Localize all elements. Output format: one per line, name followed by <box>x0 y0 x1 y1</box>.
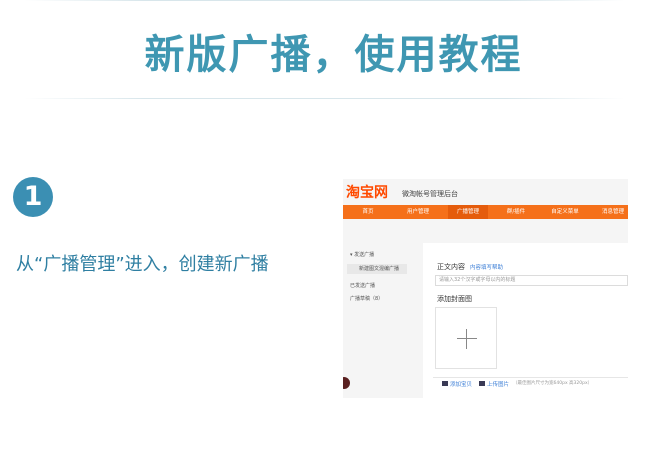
main-nav: 首页 用户管理 广播管理 群/插件 自定义菜单 消息管理 <box>343 205 628 219</box>
title-input[interactable]: 请输入32个汉字或字母以内的标题 <box>435 275 628 286</box>
upload-image-link[interactable]: 上传图片 <box>487 380 509 388</box>
add-item-link[interactable]: 添加宝贝 <box>450 380 472 388</box>
sidebar-item-sent[interactable]: 已发送广播 <box>350 282 375 289</box>
backend-subtitle: 微淘帐号管理后台 <box>402 190 458 198</box>
step-number: 1 <box>23 181 43 212</box>
step-number-badge: 1 <box>13 177 53 217</box>
nav-plugins[interactable]: 群/插件 <box>495 205 537 219</box>
nav-custom-menu[interactable]: 自定义菜单 <box>543 205 587 219</box>
title-divider <box>24 98 625 99</box>
sidebar-item-drafts[interactable]: 广播草稿（8） <box>350 295 383 302</box>
nav-home[interactable]: 首页 <box>348 205 388 219</box>
upload-size-hint: （最佳图片尺寸为宽640px 高320px） <box>513 381 593 386</box>
step-instruction: 从“广播管理”进入，创建新广播 <box>16 254 269 275</box>
plus-icon <box>457 338 477 339</box>
nav-user-management[interactable]: 用户管理 <box>398 205 438 219</box>
sidebar-item-new-broadcast[interactable]: 新建图文混编广播 <box>347 264 407 274</box>
nav-message-management[interactable]: 消息管理 <box>593 205 628 219</box>
sidebar-group-send[interactable]: ▾ 发送广播 <box>350 251 374 258</box>
top-divider <box>24 0 625 1</box>
nav-broadcast-management[interactable]: 广播管理 <box>448 205 488 219</box>
body-content-label: 正文内容 <box>437 263 465 271</box>
item-icon <box>442 381 448 386</box>
backend-screenshot: 淘宝网 微淘帐号管理后台 首页 用户管理 广播管理 群/插件 自定义菜单 消息管… <box>343 179 628 398</box>
page-title: 新版广播，使用教程 <box>144 32 523 78</box>
screenshot-sidebar: ▾ 发送广播 新建图文混编广播 已发送广播 广播草稿（8） <box>343 234 409 398</box>
add-cover-button[interactable] <box>435 307 497 369</box>
content-help-link[interactable]: 内容填写帮助 <box>470 263 503 271</box>
taobao-logo: 淘宝网 <box>346 185 388 201</box>
cover-image-label: 添加封面图 <box>437 295 472 303</box>
editor-toolbar: 添加宝贝 上传图片 （最佳图片尺寸为宽640px 高320px） <box>433 377 628 390</box>
screenshot-header: 淘宝网 微淘帐号管理后台 <box>343 179 628 204</box>
editor-panel: 正文内容 内容填写帮助 请输入32个汉字或字母以内的标题 添加封面图 添加宝贝 … <box>423 243 628 398</box>
image-icon <box>479 381 485 386</box>
